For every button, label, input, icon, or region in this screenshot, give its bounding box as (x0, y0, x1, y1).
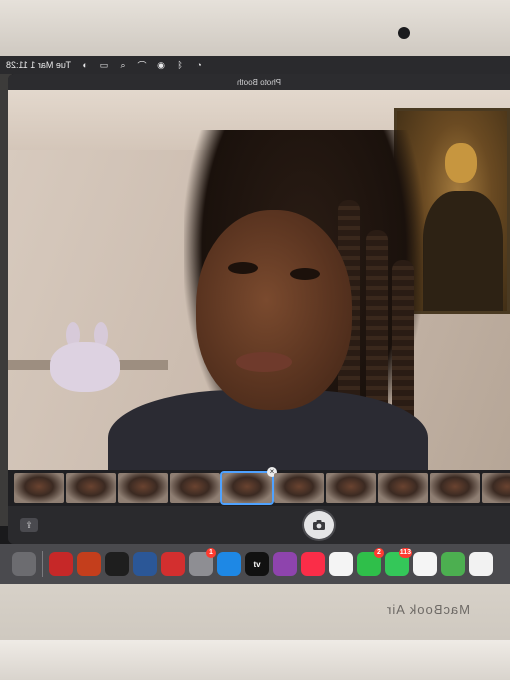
filmstrip-thumbnail[interactable] (118, 473, 168, 503)
dock-item-podcasts[interactable] (273, 552, 297, 576)
dock-separator (42, 551, 43, 577)
controls-bar: ⇪ (8, 506, 510, 544)
filmstrip: × (8, 467, 510, 506)
filmstrip-thumbnail[interactable] (378, 473, 428, 503)
dock-item-trash[interactable] (12, 552, 36, 576)
painting-body (423, 191, 503, 311)
brand-label: MacBook Air (386, 602, 470, 617)
plush-toy (50, 342, 120, 392)
painting-face (445, 143, 477, 183)
dock-item-photos[interactable] (413, 552, 437, 576)
dock-item-acrobat[interactable] (161, 552, 185, 576)
filmstrip-thumbnail[interactable] (326, 473, 376, 503)
filmstrip-thumbnail[interactable] (482, 473, 510, 503)
dock-item-facetime[interactable]: 2 (357, 548, 384, 576)
dock-item-apple-tv[interactable]: tv (245, 552, 269, 576)
laptop-top-bezel (0, 0, 510, 56)
laptop-hinge (0, 640, 510, 680)
dock-item-maps[interactable] (441, 552, 465, 576)
dock-item-messages[interactable]: 113 (385, 548, 412, 576)
notification-badge: 2 (374, 548, 384, 558)
camera-icon (313, 520, 325, 530)
wifi-icon[interactable]: ⌒ (137, 60, 147, 71)
eye-right (290, 268, 320, 280)
take-photo-button[interactable] (304, 511, 334, 539)
screen: Tue Mar 1 11:28 ◐ ▭ ⌕ ⌒ ◉ ᛒ ◔ Photo Boot… (0, 56, 510, 584)
dock-item-word[interactable] (133, 552, 157, 576)
face (196, 210, 352, 410)
menu-bar-datetime[interactable]: Tue Mar 1 11:28 (6, 60, 71, 70)
share-icon: ⇪ (25, 519, 33, 530)
dock-item-system-preferences[interactable]: 1 (189, 548, 216, 576)
dock-item-app-store[interactable] (217, 552, 241, 576)
photobooth-window: Photo Booth × ⇪ (8, 74, 510, 544)
dock-item-calendar[interactable] (469, 552, 493, 576)
filmstrip-thumbnail[interactable] (274, 473, 324, 503)
lips (236, 352, 292, 372)
dock-item-music[interactable] (301, 552, 325, 576)
clock-icon[interactable]: ◔ (194, 60, 204, 70)
notification-badge: 113 (398, 548, 412, 558)
webcam (398, 27, 410, 39)
battery-icon[interactable]: ▭ (99, 60, 109, 70)
filmstrip-thumbnail[interactable] (14, 473, 64, 503)
eye-left (228, 262, 258, 274)
filmstrip-thumbnail[interactable]: × (220, 467, 277, 505)
filmstrip-thumbnail[interactable] (66, 473, 116, 503)
camera-preview (8, 90, 510, 470)
filmstrip-thumbnail[interactable] (170, 473, 220, 503)
window-titlebar[interactable]: Photo Booth (8, 74, 510, 90)
dock-item-powerpoint[interactable] (77, 552, 101, 576)
siri-icon[interactable]: ◐ (80, 60, 90, 70)
filmstrip-thumbnail[interactable] (430, 473, 480, 503)
dock-item-photobooth[interactable] (49, 552, 73, 576)
tv-icon: tv (253, 559, 261, 569)
dock: 1 tv 2 113 (0, 544, 510, 584)
share-button[interactable]: ⇪ (20, 518, 38, 532)
dock-item-news[interactable] (329, 552, 353, 576)
window-title: Photo Booth (236, 77, 282, 87)
control-center-icon[interactable]: ◉ (156, 60, 166, 70)
notification-badge: 1 (206, 548, 216, 558)
search-icon[interactable]: ⌕ (118, 60, 128, 70)
menu-bar: Tue Mar 1 11:28 ◐ ▭ ⌕ ⌒ ◉ ᛒ ◔ (0, 56, 510, 74)
dock-item-terminal[interactable] (105, 552, 129, 576)
bluetooth-icon[interactable]: ᛒ (175, 60, 185, 70)
